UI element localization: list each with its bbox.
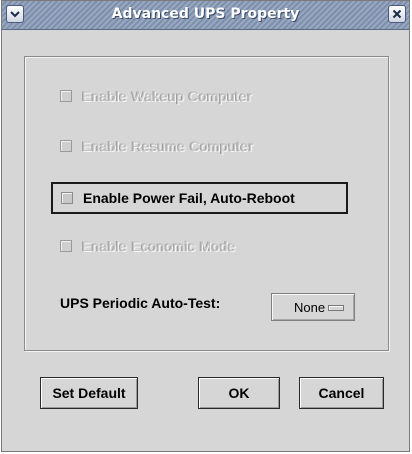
option-menu-indicator-icon [328, 305, 344, 311]
checkbox-label: Enable Resume Computer [82, 138, 254, 154]
enable-power-fail-auto-reboot-checkbox[interactable]: Enable Power Fail, Auto-Reboot [51, 182, 348, 214]
checkbox-indicator [60, 90, 72, 102]
enable-resume-computer-checkbox[interactable]: Enable Resume Computer [60, 135, 254, 157]
enable-economic-mode-checkbox[interactable]: Enable Economic Mode [60, 235, 236, 257]
checkbox-label: Enable Wakeup Computer [82, 88, 253, 104]
window-title: Advanced UPS Property [111, 6, 300, 22]
close-button[interactable] [388, 5, 406, 23]
checkbox-indicator [60, 240, 72, 252]
periodic-auto-test-label: UPS Periodic Auto-Test: [60, 295, 221, 311]
ok-button[interactable]: OK [198, 377, 280, 409]
checkbox-label: Enable Economic Mode [82, 238, 236, 254]
checkbox-label: Enable Power Fail, Auto-Reboot [83, 190, 295, 206]
title-bar[interactable]: Advanced UPS Property [2, 1, 409, 30]
dropdown-selected-value: None [294, 300, 326, 315]
checkbox-indicator [60, 140, 72, 152]
close-icon [392, 9, 402, 19]
checkbox-indicator [61, 192, 73, 204]
advanced-ups-property-dialog: Advanced UPS Property Enable Wakeup Comp… [1, 0, 410, 452]
enable-wakeup-computer-checkbox[interactable]: Enable Wakeup Computer [60, 85, 252, 107]
cancel-button[interactable]: Cancel [299, 377, 384, 409]
periodic-auto-test-dropdown[interactable]: None [271, 293, 355, 321]
set-default-button[interactable]: Set Default [40, 377, 138, 409]
